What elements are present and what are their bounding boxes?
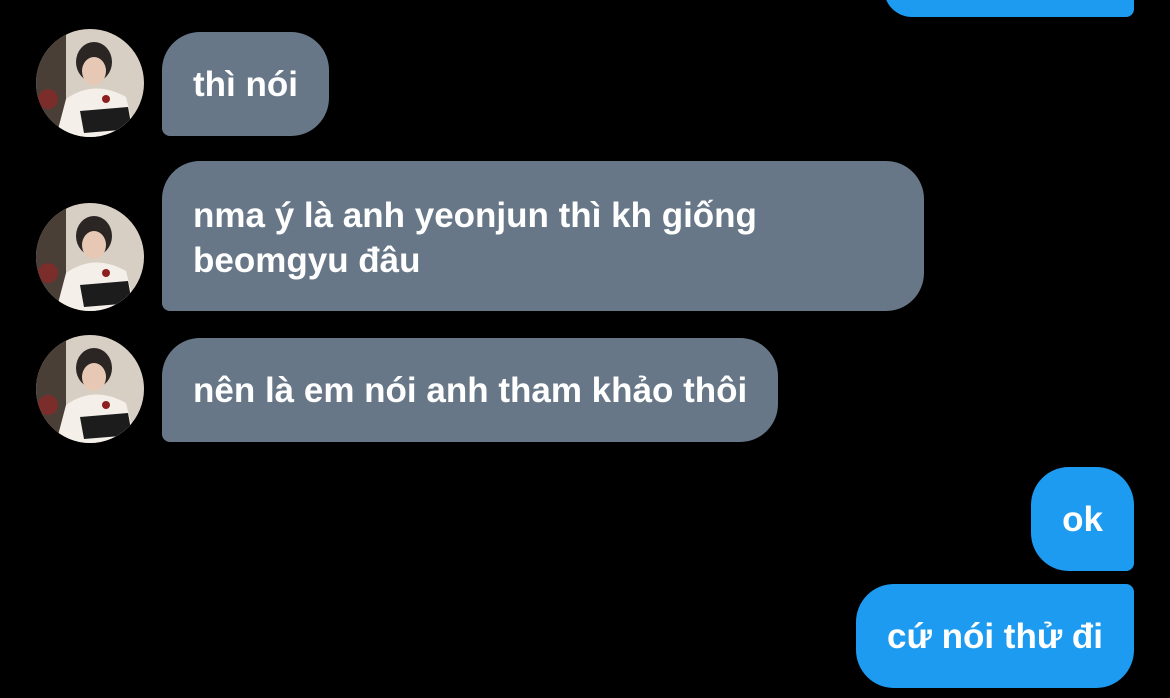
contact-avatar[interactable] xyxy=(36,335,144,443)
message-bubble-sent[interactable]: ok xyxy=(1031,467,1134,571)
avatar-photo xyxy=(36,335,144,443)
avatar-photo xyxy=(36,203,144,311)
message-text: nên là em nói anh tham khảo thôi xyxy=(193,371,748,410)
avatar-photo xyxy=(36,29,144,137)
message-text: ok xyxy=(1062,500,1103,539)
message-bubble-received[interactable]: nma ý là anh yeonjun thì kh giống beomgy… xyxy=(162,161,924,311)
message-text: thì nói xyxy=(193,65,298,104)
message-bubble-sent[interactable]: cứ nói thử đi xyxy=(856,584,1134,688)
message-text: nma ý là anh yeonjun thì kh giống beomgy… xyxy=(193,196,757,280)
message-bubble-sent[interactable] xyxy=(884,0,1134,17)
contact-avatar[interactable] xyxy=(36,203,144,311)
message-bubble-received[interactable]: thì nói xyxy=(162,32,329,136)
contact-avatar[interactable] xyxy=(36,29,144,137)
message-text: cứ nói thử đi xyxy=(887,617,1103,656)
message-thread: thì nói nma ý là anh yeonjun thì kh giốn… xyxy=(0,0,1170,698)
message-bubble-received[interactable]: nên là em nói anh tham khảo thôi xyxy=(162,338,779,442)
